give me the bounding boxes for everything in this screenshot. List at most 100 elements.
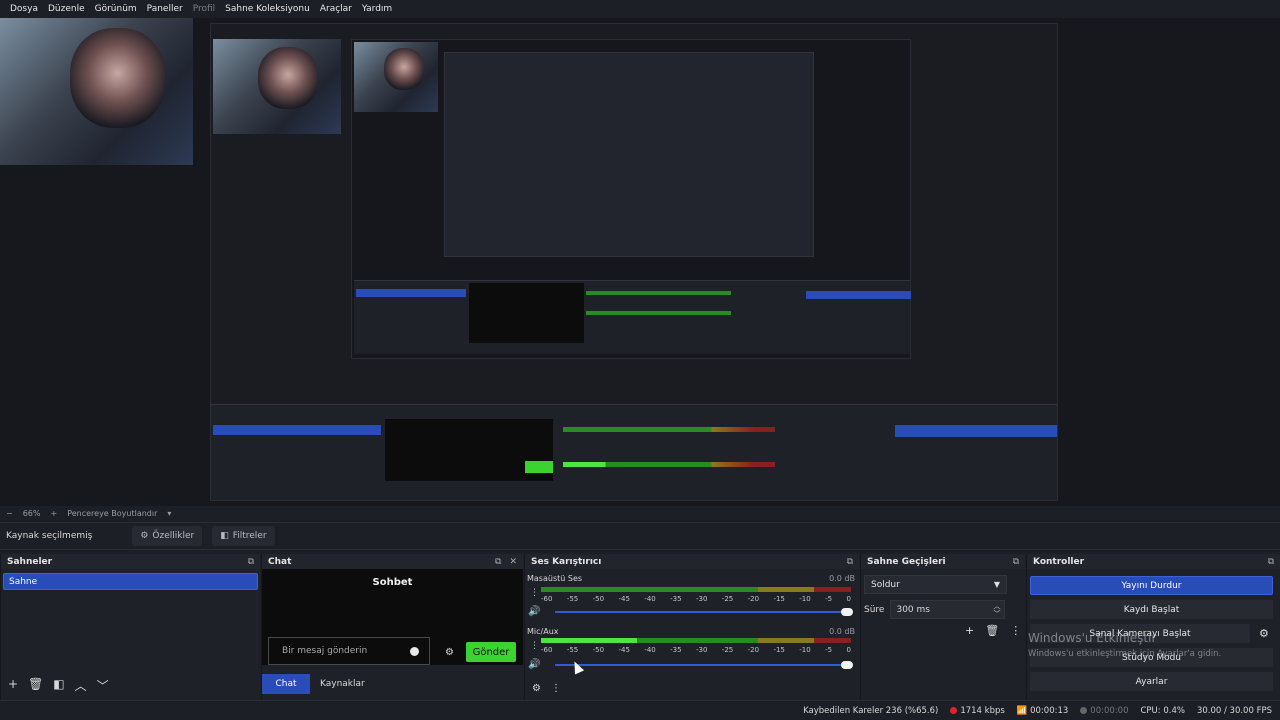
filter-icon[interactable]: ◧ bbox=[53, 677, 64, 694]
nested-preview-2 bbox=[351, 39, 911, 359]
scenes-footer: + 🗑 ◧ ︿ ﹀ bbox=[1, 677, 109, 694]
kebab-icon[interactable]: ⋮ bbox=[1010, 624, 1021, 637]
nested-meter-2 bbox=[586, 311, 731, 315]
nested-meter-3 bbox=[563, 427, 775, 432]
broadcast-icon: 📶 bbox=[1016, 705, 1028, 716]
scale-tick: -20 bbox=[747, 595, 760, 603]
stop-stream-button[interactable]: Yayını Durdur bbox=[1030, 576, 1273, 595]
speaker-icon[interactable]: 🔊 bbox=[528, 659, 540, 670]
chat-body: Sohbet Bir mesaj gönderin ⚙ Gönder bbox=[262, 569, 523, 665]
menu-docks[interactable]: Paneller bbox=[142, 4, 188, 14]
controls-title: Kontroller bbox=[1033, 556, 1085, 567]
tab-sources[interactable]: Kaynaklar bbox=[310, 674, 375, 694]
trash-icon[interactable]: 🗑 bbox=[985, 624, 999, 637]
menu-help[interactable]: Yardım bbox=[357, 4, 397, 14]
emoji-icon[interactable] bbox=[410, 647, 419, 656]
zoom-out-button[interactable]: − bbox=[6, 509, 13, 518]
properties-button[interactable]: ⚙ Özellikler bbox=[132, 526, 203, 546]
nested-webcam-1 bbox=[213, 39, 341, 134]
up-icon[interactable]: ︿ bbox=[75, 677, 87, 694]
chevron-down-icon: ▼ bbox=[993, 580, 1000, 589]
down-icon[interactable]: ﹀ bbox=[97, 677, 109, 694]
tab-chat[interactable]: Chat bbox=[262, 674, 310, 694]
undock-icon[interactable]: ⧉ bbox=[847, 557, 853, 567]
zoom-in-button[interactable]: + bbox=[50, 509, 57, 518]
gear-icon[interactable]: ⚙ bbox=[1259, 627, 1269, 640]
scale-tick: -50 bbox=[592, 646, 605, 654]
activation-watermark-sub: Windows'u etkinleştirmek için Ayarlar'a … bbox=[1028, 649, 1222, 659]
record-icon bbox=[1080, 706, 1088, 714]
chat-message-input[interactable]: Bir mesaj gönderin bbox=[268, 637, 430, 665]
no-source-label: Kaynak seçilmemiş bbox=[6, 531, 93, 541]
menu-tools[interactable]: Araçlar bbox=[315, 4, 357, 14]
scene-item-sahne[interactable]: Sahne bbox=[3, 573, 258, 590]
chat-dock-title: Chat ⧉ ✕ bbox=[262, 554, 523, 569]
spinner-icon[interactable]: ︿ ﹀ bbox=[993, 602, 1000, 618]
add-icon[interactable]: + bbox=[965, 624, 974, 637]
advanced-audio-icon[interactable]: ⚙ bbox=[532, 683, 541, 694]
scale-tick: -55 bbox=[566, 646, 579, 654]
slider-knob[interactable] bbox=[841, 608, 853, 616]
nested-meter-4 bbox=[563, 462, 775, 467]
undock-icon[interactable]: ⧉ bbox=[495, 557, 501, 567]
speaker-icon[interactable]: 🔊 bbox=[528, 606, 540, 617]
filters-button[interactable]: ◧ Filtreler bbox=[212, 526, 275, 546]
menu-bar: Dosya Düzenle Görünüm Paneller Profil Sa… bbox=[0, 0, 1280, 18]
undock-icon[interactable]: ⧉ bbox=[248, 557, 254, 567]
nested-send bbox=[525, 461, 553, 473]
filters-label: Filtreler bbox=[232, 531, 267, 541]
nested-docks bbox=[354, 280, 911, 354]
nested-face-1 bbox=[258, 47, 318, 109]
filter-icon: ◧ bbox=[220, 531, 229, 541]
scale-tick: -20 bbox=[747, 646, 760, 654]
chat-tabs: Chat Kaynaklar bbox=[262, 674, 375, 694]
dropped-frames: Kaybedilen Kareler 236 (%65.6) bbox=[803, 705, 939, 716]
settings-button[interactable]: Ayarlar bbox=[1030, 672, 1273, 691]
menu-view[interactable]: Görünüm bbox=[90, 4, 142, 14]
fps: 30.00 / 30.00 FPS bbox=[1196, 705, 1272, 716]
scale-tick: -45 bbox=[618, 595, 630, 603]
scale-tick: -35 bbox=[670, 646, 682, 654]
menu-scene-collection[interactable]: Sahne Koleksiyonu bbox=[220, 4, 315, 14]
send-button[interactable]: Gönder bbox=[466, 642, 516, 662]
scale-tick: -25 bbox=[721, 595, 734, 603]
slider-knob[interactable] bbox=[841, 661, 853, 669]
chat-settings-icon[interactable]: ⚙ bbox=[445, 647, 454, 658]
mixer-dock-title: Ses Karıştırıcı ⧉ bbox=[525, 554, 859, 569]
nested-chat-2 bbox=[385, 419, 553, 481]
volume-slider[interactable] bbox=[555, 661, 853, 669]
scale-tick: -30 bbox=[695, 595, 708, 603]
preview-canvas[interactable] bbox=[0, 18, 1280, 506]
add-icon[interactable]: + bbox=[8, 677, 18, 694]
bitrate-indicator bbox=[950, 706, 958, 714]
undock-icon[interactable]: ⧉ bbox=[1268, 557, 1274, 567]
menu-file[interactable]: Dosya bbox=[5, 4, 43, 14]
undock-icon[interactable]: ⧉ bbox=[1013, 557, 1019, 567]
kebab-icon[interactable]: ⋮ bbox=[530, 641, 539, 651]
duration-input[interactable]: 300 ms ︿ ﹀ bbox=[890, 600, 1006, 619]
fit-window-label[interactable]: Pencereye Boyutlandır bbox=[67, 509, 157, 518]
transitions-dock: Sahne Geçişleri ⧉ Soldur ▼ Süre 300 ms ︿… bbox=[860, 554, 1025, 700]
chevron-down-icon[interactable]: ▾ bbox=[167, 509, 171, 518]
transition-select[interactable]: Soldur ▼ bbox=[864, 575, 1007, 594]
start-recording-button[interactable]: Kaydı Başlat bbox=[1030, 600, 1273, 619]
volume-slider[interactable] bbox=[555, 608, 853, 616]
menu-profile[interactable]: Profil bbox=[188, 4, 220, 14]
kebab-icon[interactable]: ⋮ bbox=[530, 588, 539, 598]
menu-edit[interactable]: Düzenle bbox=[43, 4, 90, 14]
scale-tick: -5 bbox=[825, 595, 833, 603]
webcam-source bbox=[0, 18, 193, 165]
kebab-icon[interactable]: ⋮ bbox=[551, 683, 561, 694]
transitions-dock-title: Sahne Geçişleri ⧉ bbox=[861, 554, 1025, 569]
nested-preview-3 bbox=[444, 52, 814, 257]
meter-scale: -60 -55 -50 -45 -40 -35 -30 -25 -20 -15 -10 -5 0 bbox=[541, 646, 851, 654]
mixer-footer: ⚙ ⋮ bbox=[525, 683, 561, 694]
scale-tick: -40 bbox=[644, 646, 656, 654]
scenes-dock: Sahneler ⧉ Sahne + 🗑 ◧ ︿ ﹀ bbox=[0, 554, 260, 700]
chat-title: Chat bbox=[268, 556, 292, 567]
close-icon[interactable]: ✕ bbox=[509, 557, 517, 567]
scale-tick: -15 bbox=[773, 595, 785, 603]
transition-selected: Soldur bbox=[871, 579, 900, 590]
trash-icon[interactable]: 🗑 bbox=[28, 677, 43, 694]
nested-preview-1 bbox=[210, 23, 1058, 501]
